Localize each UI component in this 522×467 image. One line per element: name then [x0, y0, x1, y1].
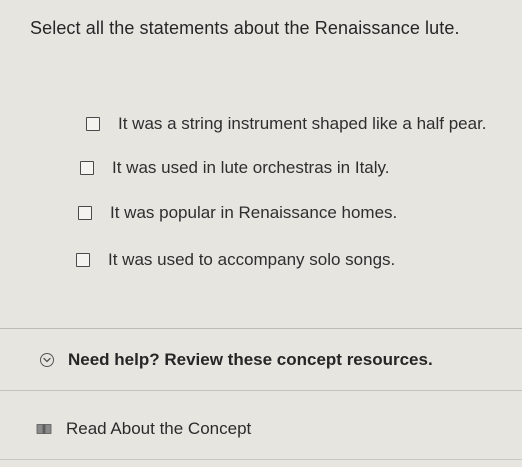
checkbox[interactable] [80, 161, 94, 175]
checkbox[interactable] [78, 206, 92, 220]
option-label: It was a string instrument shaped like a… [118, 114, 487, 133]
resource-link-read-concept[interactable]: Read About the Concept [36, 419, 251, 439]
checkbox[interactable] [86, 117, 100, 131]
divider [0, 459, 522, 460]
option-label: It was used to accompany solo songs. [108, 250, 396, 269]
answer-option[interactable]: It was used to accompany solo songs. [76, 250, 395, 270]
option-label: It was used in lute orchestras in Italy. [112, 158, 390, 177]
chevron-down-circle-icon [40, 353, 54, 367]
option-label: It was popular in Renaissance homes. [110, 203, 398, 222]
resource-label: Read About the Concept [66, 419, 252, 438]
book-icon [36, 423, 52, 435]
answer-option[interactable]: It was popular in Renaissance homes. [78, 203, 397, 223]
answer-option[interactable]: It was a string instrument shaped like a… [86, 114, 487, 134]
help-toggle[interactable]: Need help? Review these concept resource… [40, 350, 433, 370]
divider [0, 328, 522, 329]
divider [0, 390, 522, 391]
answer-option[interactable]: It was used in lute orchestras in Italy. [80, 158, 389, 178]
checkbox[interactable] [76, 253, 90, 267]
help-panel: Need help? Review these concept resource… [0, 328, 522, 467]
help-title: Need help? Review these concept resource… [68, 350, 433, 369]
question-prompt: Select all the statements about the Rena… [30, 18, 460, 38]
